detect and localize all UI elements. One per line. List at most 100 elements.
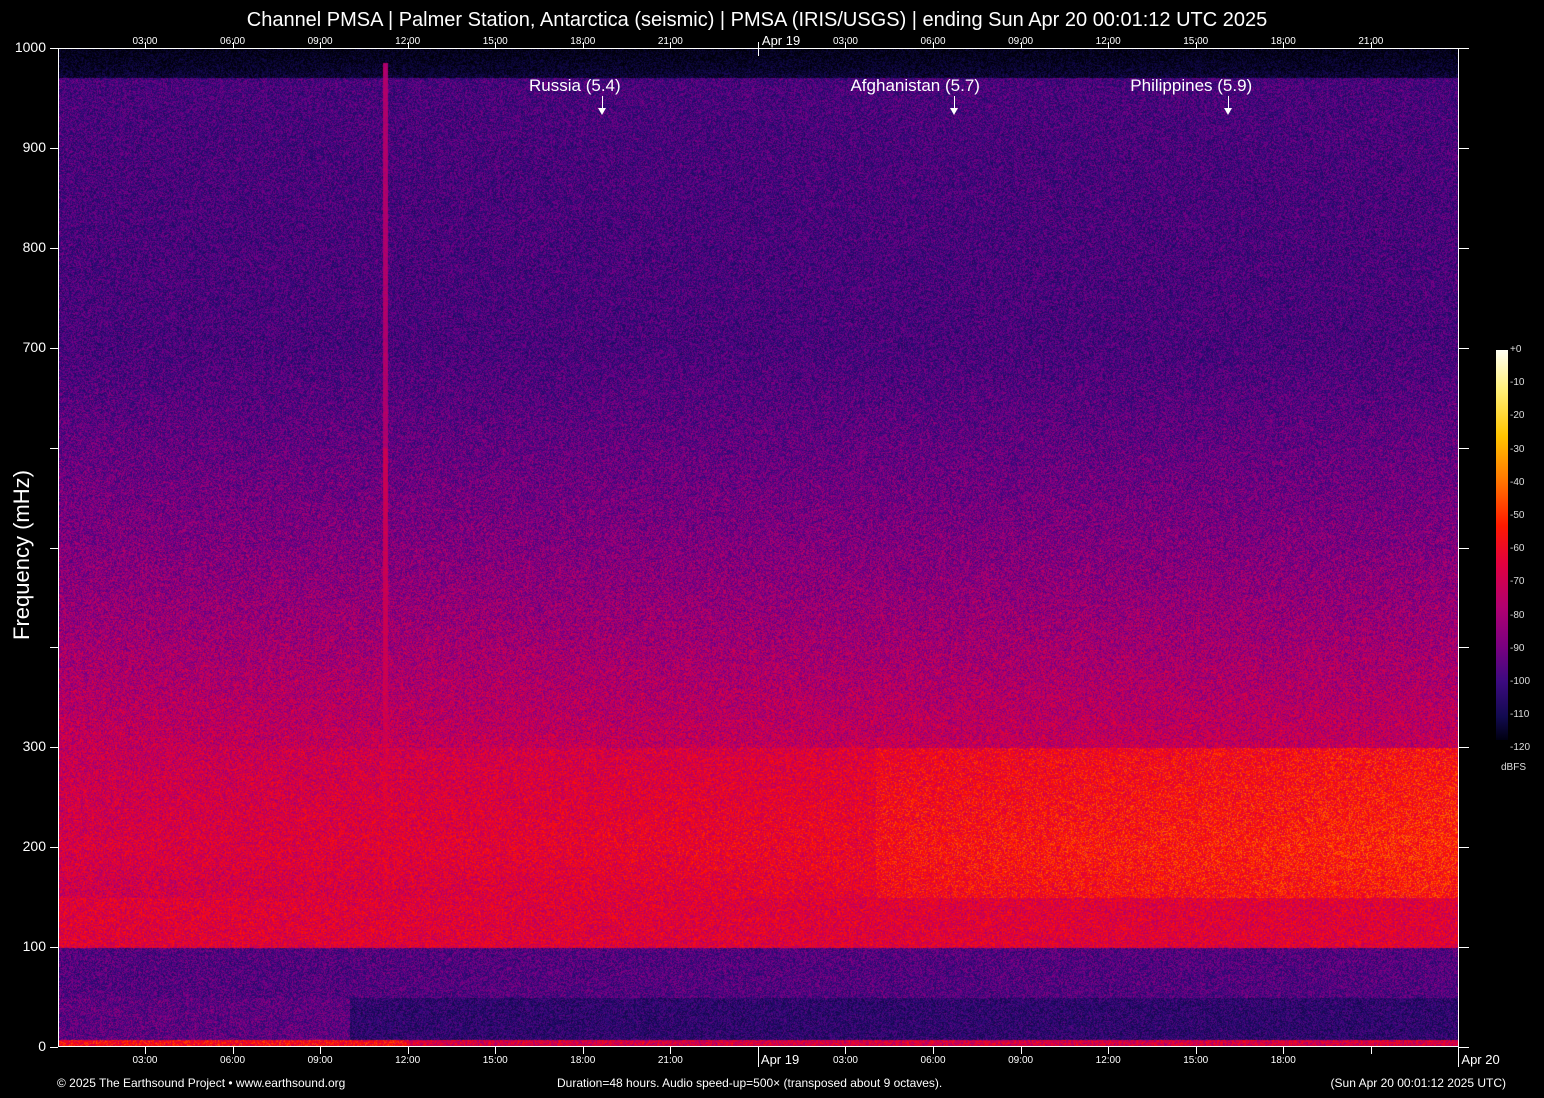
x-tick-bottom xyxy=(845,1047,846,1054)
x-tick-bottom xyxy=(1371,1047,1372,1054)
colorbar-tick-label: -20 xyxy=(1510,410,1524,421)
x-tick-label-bottom: 09:00 xyxy=(1008,1055,1033,1066)
event-arrow-icon xyxy=(954,96,955,110)
x-tick-bottom xyxy=(408,1047,409,1054)
x-tick-bottom xyxy=(933,1047,934,1054)
copyright-text: © 2025 The Earthsound Project • www.eart… xyxy=(57,1076,345,1090)
y-tick-right xyxy=(1459,248,1469,249)
y-tick-right xyxy=(1459,1047,1469,1048)
colorbar-tick-label: -90 xyxy=(1510,643,1524,654)
y-tick-left xyxy=(50,248,58,249)
y-tick-label: 100 xyxy=(0,938,46,954)
x-tick-bottom xyxy=(320,1047,321,1054)
y-tick-right xyxy=(1459,647,1469,648)
x-tick-label-top: 12:00 xyxy=(395,36,420,47)
x-tick-label-top: 12:00 xyxy=(1096,36,1121,47)
y-tick-left xyxy=(50,1047,58,1048)
x-tick-label-bottom: 06:00 xyxy=(220,1055,245,1066)
colorbar-tick-label: +0 xyxy=(1510,344,1521,355)
x-tick-label-bottom: 18:00 xyxy=(1271,1055,1296,1066)
x-tick-bottom xyxy=(1021,1047,1022,1054)
x-tick-label-bottom: 15:00 xyxy=(1183,1055,1208,1066)
x-tick-label-bottom: 15:00 xyxy=(483,1055,508,1066)
y-tick-left xyxy=(50,647,58,648)
x-tick-label-top: Apr 19 xyxy=(762,33,800,48)
colorbar-tick-label: -120 xyxy=(1510,742,1530,753)
y-tick-right xyxy=(1459,847,1469,848)
spectrogram-heatmap xyxy=(58,48,1459,1047)
x-tick-label-top: 09:00 xyxy=(1008,36,1033,47)
x-tick-bottom xyxy=(1108,1047,1109,1054)
y-tick-right xyxy=(1459,747,1469,748)
x-tick-label-bottom: Apr 20 xyxy=(1461,1052,1499,1067)
x-tick-top xyxy=(758,42,759,56)
chart-title: Channel PMSA | Palmer Station, Antarctic… xyxy=(0,9,1514,32)
x-tick-bottom xyxy=(1283,1047,1284,1054)
x-tick-label-bottom: 21:00 xyxy=(658,1055,683,1066)
colorbar-tick-label: -40 xyxy=(1510,477,1524,488)
y-tick-label: 0 xyxy=(0,1038,46,1054)
event-arrow-icon xyxy=(1228,96,1229,110)
y-tick-left xyxy=(50,947,58,948)
y-tick-label: 700 xyxy=(0,339,46,355)
x-tick-bottom xyxy=(670,1047,671,1054)
x-tick-bottom xyxy=(1196,1047,1197,1054)
y-tick-label: 800 xyxy=(0,239,46,255)
x-tick-bottom xyxy=(495,1047,496,1054)
y-tick-right xyxy=(1459,448,1469,449)
x-tick-bottom xyxy=(1458,1047,1459,1067)
x-tick-bottom xyxy=(145,1047,146,1054)
x-tick-label-bottom: Apr 19 xyxy=(761,1052,799,1067)
end-timestamp: (Sun Apr 20 00:01:12 2025 UTC) xyxy=(1331,1076,1506,1090)
y-tick-right xyxy=(1459,548,1469,549)
x-tick-label-bottom: 03:00 xyxy=(833,1055,858,1066)
event-label: Afghanistan (5.7) xyxy=(850,76,979,96)
x-tick-label-top: 21:00 xyxy=(1358,36,1383,47)
x-tick-label-top: 03:00 xyxy=(132,36,157,47)
x-tick-label-top: 15:00 xyxy=(483,36,508,47)
y-axis-label: Frequency (mHz) xyxy=(9,470,35,640)
y-tick-label: 200 xyxy=(0,838,46,854)
colorbar-tick-label: -50 xyxy=(1510,510,1524,521)
y-tick-left xyxy=(50,448,58,449)
event-label: Russia (5.4) xyxy=(529,76,621,96)
y-tick-left xyxy=(50,348,58,349)
x-tick-bottom xyxy=(233,1047,234,1054)
y-tick-right xyxy=(1459,348,1469,349)
y-tick-right xyxy=(1459,947,1469,948)
duration-text: Duration=48 hours. Audio speed-up=500× (… xyxy=(557,1076,942,1090)
x-tick-label-bottom: 18:00 xyxy=(570,1055,595,1066)
colorbar xyxy=(1496,350,1508,740)
y-tick-left xyxy=(50,548,58,549)
colorbar-tick-label: -10 xyxy=(1510,377,1524,388)
event-arrow-icon xyxy=(602,96,603,110)
colorbar-tick-label: -30 xyxy=(1510,444,1524,455)
colorbar-tick-label: -60 xyxy=(1510,543,1524,554)
x-tick-label-bottom: 09:00 xyxy=(308,1055,333,1066)
y-tick-left xyxy=(50,847,58,848)
x-tick-label-bottom: 06:00 xyxy=(921,1055,946,1066)
x-tick-bottom xyxy=(583,1047,584,1054)
x-tick-bottom xyxy=(758,1047,759,1067)
y-tick-right xyxy=(1459,48,1469,49)
colorbar-tick-label: -80 xyxy=(1510,610,1524,621)
y-tick-left xyxy=(50,747,58,748)
colorbar-unit: dBFS xyxy=(1501,762,1526,773)
x-tick-label-top: 18:00 xyxy=(1271,36,1296,47)
y-tick-label: 1000 xyxy=(0,39,46,55)
y-tick-label: 300 xyxy=(0,738,46,754)
y-tick-left xyxy=(50,48,58,49)
x-tick-label-top: 03:00 xyxy=(833,36,858,47)
x-tick-label-bottom: 12:00 xyxy=(1096,1055,1121,1066)
colorbar-tick-label: -70 xyxy=(1510,576,1524,587)
colorbar-tick-label: -100 xyxy=(1510,676,1530,687)
colorbar-tick-label: -110 xyxy=(1510,709,1529,720)
x-tick-label-bottom: 12:00 xyxy=(395,1055,420,1066)
event-label: Philippines (5.9) xyxy=(1130,76,1252,96)
y-tick-left xyxy=(50,148,58,149)
x-tick-label-top: 06:00 xyxy=(220,36,245,47)
y-tick-label: 900 xyxy=(0,139,46,155)
x-tick-label-top: 15:00 xyxy=(1183,36,1208,47)
x-tick-label-bottom: 03:00 xyxy=(132,1055,157,1066)
x-tick-label-top: 06:00 xyxy=(921,36,946,47)
